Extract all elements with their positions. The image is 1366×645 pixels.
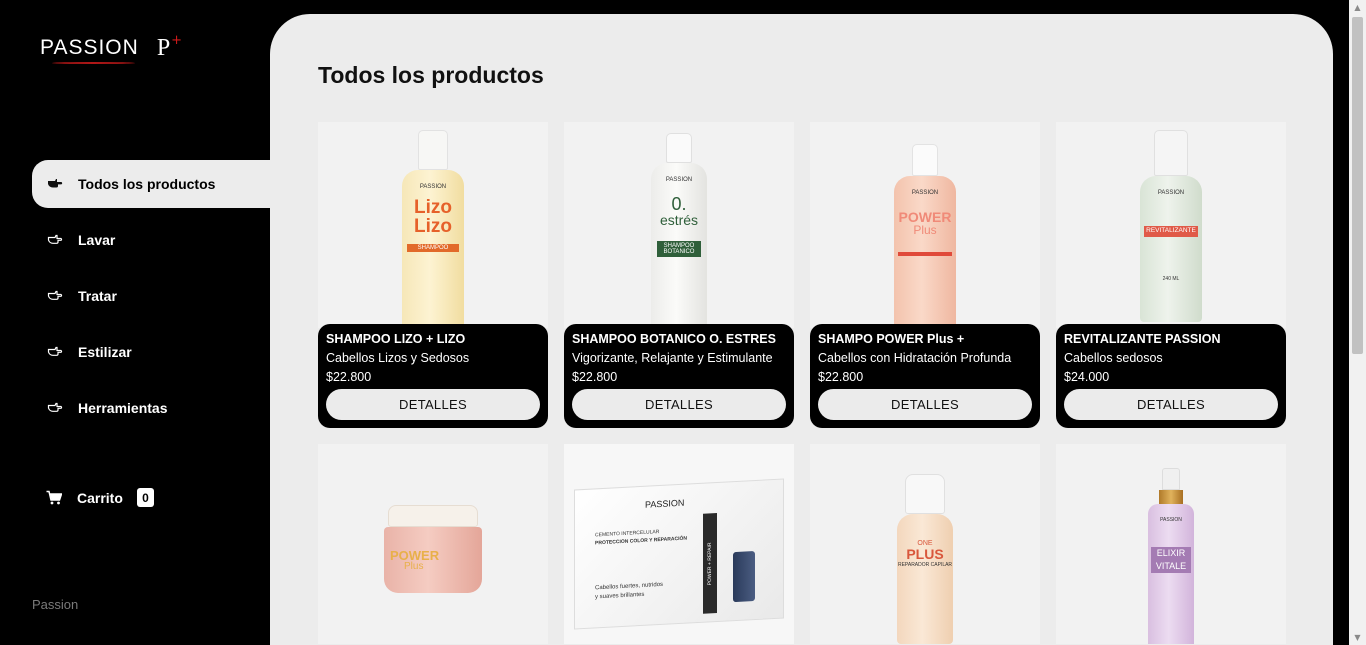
product-card[interactable]: PASSION POWER Plus SHAMPO POWER Plus + C… <box>810 122 1040 428</box>
product-description: Cabellos sedosos <box>1064 351 1163 365</box>
product-card[interactable]: POWER Plus <box>318 444 548 644</box>
product-image[interactable]: PASSION REVITALIZANTE 240 ML <box>1056 122 1286 328</box>
page-title: Todos los productos <box>318 62 544 88</box>
nav-item-lavar[interactable]: Lavar <box>32 216 270 264</box>
scrollbar-thumb[interactable] <box>1352 17 1363 354</box>
logo-letter: P <box>156 35 171 61</box>
product-image[interactable]: PASSION 0. estrés SHAMPOO BOTANICO <box>564 122 794 328</box>
nav-item-tratar[interactable]: Tratar <box>32 272 270 320</box>
product-price: $22.800 <box>572 370 618 384</box>
box-illustration: PASSION CEMENTO INTERCELULAR PROTECCION … <box>574 478 784 630</box>
pointing-hand-outline-icon <box>46 399 64 417</box>
product-price: $22.800 <box>326 370 372 384</box>
product-card[interactable]: PASSION CEMENTO INTERCELULAR PROTECCION … <box>564 444 794 644</box>
product-info: SHAMPOO BOTANICO O. ESTRES Vigorizante, … <box>564 324 794 428</box>
product-price: $24.000 <box>1064 370 1110 384</box>
product-image[interactable]: PASSION ELIXIR VITALE <box>1056 444 1286 644</box>
product-image[interactable]: PASSION Lizo Lizo SHAMPOO <box>318 122 548 328</box>
product-image[interactable]: PASSION POWER Plus <box>810 122 1040 328</box>
product-description: Vigorizante, Relajante y Estimulante <box>572 351 773 365</box>
pointing-hand-outline-icon <box>46 231 64 249</box>
product-card[interactable]: PASSION 0. estrés SHAMPOO BOTANICO SHAMP… <box>564 122 794 428</box>
nav-item-label: Tratar <box>78 288 117 304</box>
nav-item-label: Todos los productos <box>78 176 216 192</box>
product-price: $22.800 <box>818 370 864 384</box>
bottle-illustration: PASSION ELIXIR VITALE <box>1148 468 1194 644</box>
details-button[interactable]: DETALLES <box>1064 389 1278 420</box>
scroll-up-arrow-icon[interactable]: ▲ <box>1353 3 1362 12</box>
cart-label: Carrito <box>77 489 123 506</box>
nav-item-label: Herramientas <box>78 400 168 416</box>
jar-illustration: POWER Plus <box>384 505 482 593</box>
pointing-hand-outline-icon <box>46 343 64 361</box>
product-info: REVITALIZANTE PASSION Cabellos sedosos $… <box>1056 324 1286 428</box>
product-info: SHAMPO POWER Plus + Cabellos con Hidrata… <box>810 324 1040 428</box>
product-card[interactable]: PASSION ELIXIR VITALE <box>1056 444 1286 644</box>
product-card[interactable]: PASSION Lizo Lizo SHAMPOO SHAMPOO LIZO +… <box>318 122 548 428</box>
bottle-illustration: ONE PLUS REPARADOR CAPILAR <box>897 474 953 644</box>
scroll-down-arrow-icon[interactable]: ▼ <box>1353 633 1362 642</box>
cart-icon <box>46 489 64 507</box>
pointing-hand-icon <box>46 175 64 193</box>
bottle-illustration: PASSION Lizo Lizo SHAMPOO <box>402 130 464 328</box>
bottle-illustration: PASSION 0. estrés SHAMPOO BOTANICO <box>651 133 707 328</box>
product-card[interactable]: ONE PLUS REPARADOR CAPILAR <box>810 444 1040 644</box>
nav-item-herramientas[interactable]: Herramientas <box>32 384 270 432</box>
bottle-illustration: PASSION POWER Plus <box>894 144 956 328</box>
logo-plus: + <box>171 33 183 48</box>
main-content: Todos los productos PASSION Lizo Lizo SH… <box>270 14 1333 645</box>
category-nav: Todos los productos Lavar Tratar Estiliz… <box>32 160 270 440</box>
product-info: SHAMPOO LIZO + LIZO Cabellos Lizos y Sed… <box>318 324 548 428</box>
pointing-hand-outline-icon <box>46 287 64 305</box>
product-name: SHAMPOO LIZO + LIZO <box>326 332 466 346</box>
footer-brand: Passion <box>32 597 79 612</box>
cart-button[interactable]: Carrito 0 <box>46 488 154 507</box>
product-grid: PASSION Lizo Lizo SHAMPOO SHAMPOO LIZO +… <box>318 122 1286 644</box>
details-button[interactable]: DETALLES <box>818 389 1032 420</box>
product-name: SHAMPO POWER Plus + <box>818 332 965 346</box>
brand-logo[interactable]: PASSION P + <box>40 33 183 64</box>
nav-item-label: Lavar <box>78 232 116 248</box>
product-image[interactable]: ONE PLUS REPARADOR CAPILAR <box>810 444 1040 644</box>
vertical-scrollbar[interactable]: ▲ ▼ <box>1349 0 1366 645</box>
product-description: Cabellos Lizos y Sedosos <box>326 351 470 365</box>
product-name: SHAMPOO BOTANICO O. ESTRES <box>572 332 776 346</box>
app-window: PASSION P + Todos los productos Lavar Tr… <box>0 0 1366 645</box>
details-button[interactable]: DETALLES <box>572 389 786 420</box>
product-card[interactable]: PASSION REVITALIZANTE 240 ML REVITALIZAN… <box>1056 122 1286 428</box>
nav-item-label: Estilizar <box>78 344 132 360</box>
product-image[interactable]: PASSION CEMENTO INTERCELULAR PROTECCION … <box>564 444 794 644</box>
logo-word: PASSION <box>40 36 139 64</box>
nav-item-todos[interactable]: Todos los productos <box>32 160 270 208</box>
product-description: Cabellos con Hidratación Profunda <box>818 351 1012 365</box>
bottle-illustration: PASSION REVITALIZANTE 240 ML <box>1140 130 1202 322</box>
product-image[interactable]: POWER Plus <box>318 444 548 644</box>
sidebar: PASSION P + Todos los productos Lavar Tr… <box>0 0 270 645</box>
product-name: REVITALIZANTE PASSION <box>1064 332 1221 346</box>
nav-item-estilizar[interactable]: Estilizar <box>32 328 270 376</box>
cart-count-badge: 0 <box>136 488 154 507</box>
details-button[interactable]: DETALLES <box>326 389 540 420</box>
